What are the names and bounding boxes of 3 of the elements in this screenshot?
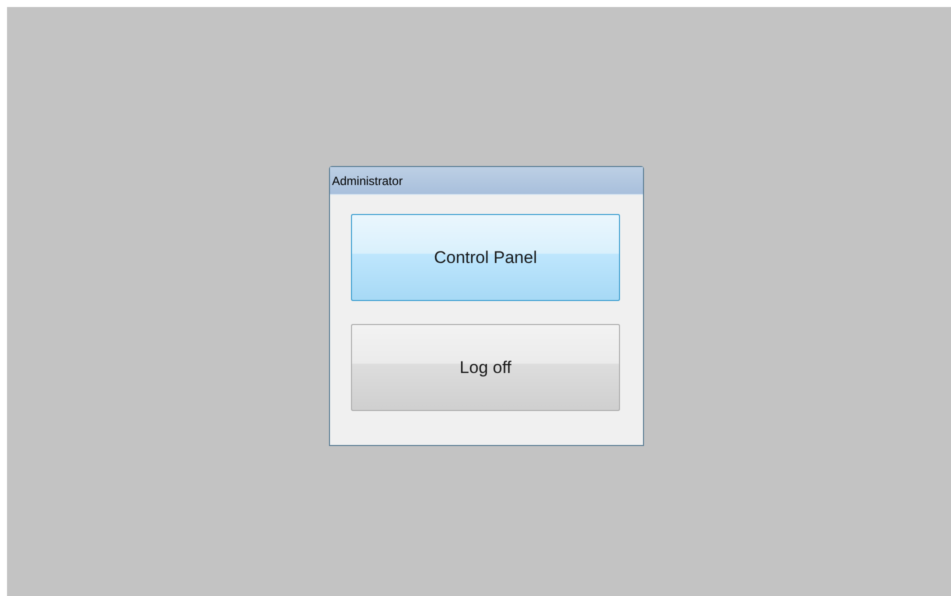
dialog-button[interactable]: Control Panel — [351, 214, 620, 301]
window-title: Administrator — [330, 167, 643, 195]
dialog-button[interactable]: Log off — [351, 324, 620, 411]
